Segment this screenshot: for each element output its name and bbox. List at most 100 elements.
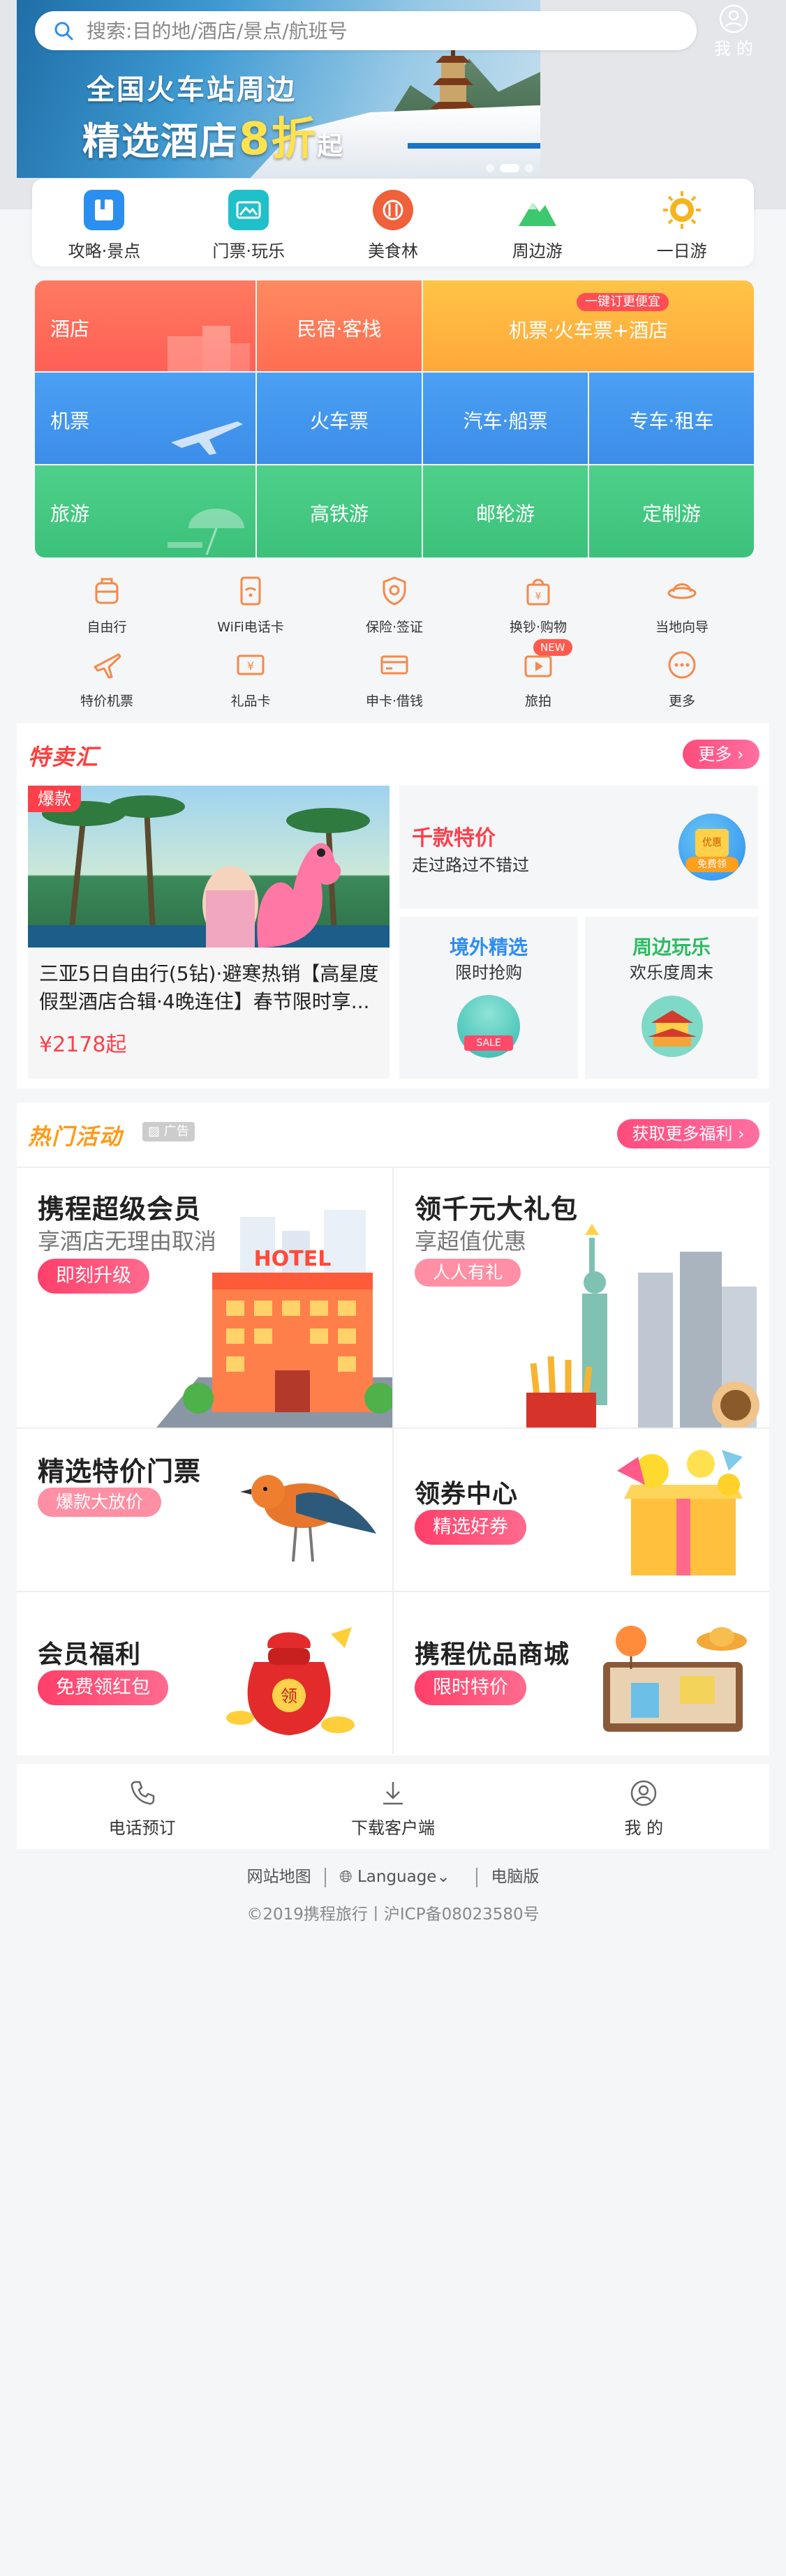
service-travel-photo[interactable]: NEW 旅拍 bbox=[466, 639, 610, 710]
activity-button[interactable]: 即刻升级 bbox=[38, 1259, 149, 1294]
activity-super-member[interactable]: HOTEL 携程超级会员 享酒店无理由取消 即刻升级 bbox=[17, 1168, 392, 1428]
grid-bus-ship[interactable]: 汽车·船票 bbox=[423, 373, 588, 464]
grid-travel[interactable]: 旅游 bbox=[35, 465, 255, 557]
activity-button[interactable]: 限时特价 bbox=[415, 1670, 526, 1705]
quick-nav-nearby[interactable]: 周边游 bbox=[465, 179, 609, 267]
quick-nav-guide[interactable]: 攻略·景点 bbox=[32, 179, 177, 267]
deal-side2-title: 境外精选 bbox=[449, 936, 528, 959]
sale-globe-icon: SALE bbox=[457, 995, 520, 1058]
promo-badge: 一键订更便宜 bbox=[577, 293, 669, 311]
globe-icon: 🌐︎ bbox=[339, 1868, 353, 1886]
grid-train-label: 火车票 bbox=[309, 410, 369, 433]
banner-pagination[interactable] bbox=[486, 162, 539, 175]
activity-tickets[interactable]: 精选特价门票 爆款大放价 bbox=[17, 1429, 392, 1591]
search-icon bbox=[54, 22, 73, 40]
search-input[interactable] bbox=[87, 18, 659, 43]
grid-homestay[interactable]: 民宿·客栈 bbox=[257, 280, 422, 371]
my-account-label: 我 的 bbox=[714, 39, 753, 59]
airplane-icon bbox=[94, 653, 121, 679]
user-icon bbox=[719, 4, 748, 33]
grid-hsr-tour[interactable]: 高铁游 bbox=[257, 465, 422, 557]
grid-cruise[interactable]: 邮轮游 bbox=[423, 465, 588, 557]
deal-main-card[interactable]: 爆款 三亚5日自由行(5钻)·避寒热销【高星度假型酒店合辑·4晚连住】春节限时享… bbox=[28, 786, 390, 1079]
phone-booking-button[interactable]: 电话预订 bbox=[17, 1764, 267, 1849]
grid-flight[interactable]: 机票 bbox=[35, 373, 255, 464]
bag-char: 领 bbox=[281, 1686, 297, 1706]
user-icon bbox=[631, 1780, 657, 1806]
grid-hotel-label: 酒店 bbox=[50, 317, 90, 340]
phone-icon bbox=[131, 1781, 154, 1805]
chevron-right-icon: › bbox=[738, 1124, 745, 1144]
service-wifi-card[interactable]: WiFi电话卡 bbox=[179, 575, 322, 636]
search-bar[interactable] bbox=[35, 11, 697, 50]
service-more[interactable]: 更多 bbox=[610, 649, 754, 710]
quick-nav-food[interactable]: 美食林 bbox=[321, 179, 466, 267]
grid-flight-train-hotel[interactable]: 一键订更便宜 机票·火车票+酒店 bbox=[423, 280, 754, 371]
deal-side-card-overseas[interactable]: 境外精选 限时抢购 SALE bbox=[399, 917, 578, 1079]
service-label: 换钞·购物 bbox=[509, 620, 568, 635]
service-insurance-visa[interactable]: 保险·签证 bbox=[322, 575, 466, 636]
banner-dot-active[interactable] bbox=[500, 164, 519, 172]
ad-tag: ▨ 广告 bbox=[142, 1122, 195, 1141]
my-profile-button[interactable]: 我 的 bbox=[519, 1764, 769, 1849]
deals-more-button[interactable]: 更多 › bbox=[683, 740, 759, 769]
activity-button[interactable]: 精选好券 bbox=[415, 1510, 526, 1545]
grid-bus-ship-label: 汽车·船票 bbox=[463, 410, 548, 433]
activities-section: 热门活动 ▨ 广告 获取更多福利 › HOTEL 携程超级会员 享酒店无理由取消… bbox=[17, 1102, 769, 1755]
activity-button[interactable]: 人人有礼 bbox=[415, 1259, 521, 1287]
divider bbox=[17, 1591, 769, 1592]
desktop-version-link[interactable]: 电脑版 bbox=[491, 1868, 539, 1886]
bottom-bar-label: 下载客户端 bbox=[350, 1818, 435, 1838]
service-cheap-flights[interactable]: 特价机票 bbox=[35, 649, 179, 710]
activity-title: 领千元大礼包 bbox=[415, 1194, 579, 1225]
quick-nav-tickets[interactable]: 门票·玩乐 bbox=[177, 179, 321, 267]
deal-side-card-nearby[interactable]: 周边玩乐 欢乐度周末 bbox=[585, 917, 758, 1079]
grid-flight-label: 机票 bbox=[50, 410, 90, 433]
grid-train[interactable]: 火车票 bbox=[257, 373, 422, 464]
grid-flight-train-hotel-label: 机票·火车票+酒店 bbox=[508, 319, 669, 342]
grid-custom-tour[interactable]: 定制游 bbox=[589, 465, 754, 557]
activity-button[interactable]: 爆款大放价 bbox=[38, 1488, 162, 1517]
quick-nav-daytrip[interactable]: 一日游 bbox=[609, 179, 754, 267]
activities-more-button[interactable]: 获取更多福利 › bbox=[617, 1119, 759, 1148]
service-credit-card[interactable]: 申卡·借钱 bbox=[322, 649, 466, 710]
deal-side3-sub: 欢乐度周末 bbox=[630, 963, 713, 982]
activity-coupon-center[interactable]: 领券中心 精选好券 bbox=[394, 1429, 769, 1591]
services-row-2: 特价机票 ¥ 礼品卡 申卡·借钱 NEW 旅拍 更多 bbox=[35, 639, 754, 710]
service-exchange-shopping[interactable]: ¥ 换钞·购物 bbox=[466, 575, 610, 636]
service-local-guide[interactable]: 当地向导 bbox=[610, 575, 754, 636]
coupon-badge-label: 免费领 bbox=[685, 857, 739, 872]
deal-side2-sub: 限时抢购 bbox=[455, 963, 522, 982]
copyright: ©2019携程旅行丨沪ICP备08023580号 bbox=[246, 1905, 540, 1924]
grid-car-rental[interactable]: 专车·租车 bbox=[589, 373, 754, 464]
banner-dot[interactable] bbox=[486, 164, 494, 172]
activity-title: 会员福利 bbox=[38, 1640, 142, 1669]
deal-side-card-special[interactable]: 千款特价 走过路过不错过 优惠 免费领 bbox=[399, 786, 758, 908]
chevron-down-icon: ⌄ bbox=[436, 1868, 450, 1886]
more-icon bbox=[668, 651, 696, 679]
activity-gift-package[interactable]: 领千元大礼包 享超值优惠 人人有礼 bbox=[394, 1168, 769, 1428]
bottom-bar-label: 电话预订 bbox=[108, 1818, 176, 1838]
hotel-building-graphic bbox=[168, 326, 250, 371]
activity-member-benefits[interactable]: 领 会员福利 免费领红包 bbox=[17, 1592, 392, 1754]
banner-discount: 8折 bbox=[239, 114, 318, 165]
shopping-bag-icon: ¥ bbox=[526, 578, 550, 606]
banner-dot[interactable] bbox=[525, 164, 533, 172]
grid-hotel[interactable]: 酒店 bbox=[35, 280, 255, 371]
divider bbox=[476, 1867, 478, 1887]
sitemap-link[interactable]: 网站地图 bbox=[247, 1868, 311, 1886]
download-app-button[interactable]: 下载客户端 bbox=[267, 1764, 518, 1849]
svg-text:¥: ¥ bbox=[247, 659, 254, 673]
shield-icon bbox=[383, 576, 406, 606]
gift-box-graphic bbox=[617, 1450, 743, 1575]
footer-links: 网站地图 🌐︎ Language⌄ 电脑版 bbox=[0, 1863, 786, 1887]
my-account-button[interactable]: 我 的 bbox=[709, 4, 758, 60]
service-free-travel[interactable]: 自由行 bbox=[35, 575, 179, 636]
activity-mall[interactable]: 携程优品商城 限时特价 bbox=[394, 1592, 769, 1754]
service-gift-card[interactable]: ¥ 礼品卡 bbox=[179, 649, 322, 710]
activity-subtitle: 享超值优惠 bbox=[415, 1228, 527, 1255]
language-selector[interactable]: 🌐︎ Language⌄ bbox=[339, 1868, 450, 1886]
deals-logo: 特卖汇 bbox=[28, 744, 100, 770]
hero-area: 全国火车站周边 精选酒店8折起 我 的 bbox=[0, 0, 786, 209]
activity-button[interactable]: 免费领红包 bbox=[38, 1670, 168, 1705]
